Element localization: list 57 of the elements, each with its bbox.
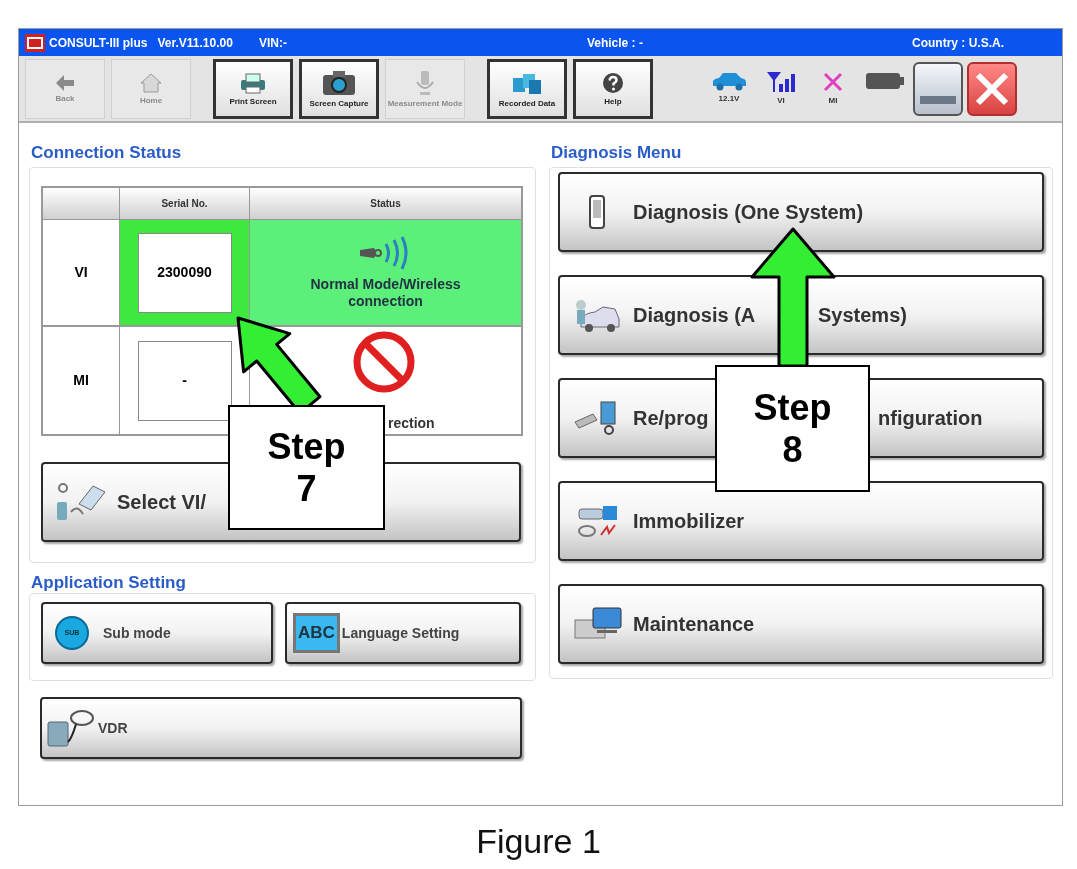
house-icon [140,72,162,93]
car-icon [711,70,747,91]
section-title: Application Setting [31,573,187,593]
serial-field: 2300090 [137,232,232,313]
button-label: Systems) [818,304,907,326]
app-logo-icon [25,33,45,52]
status-text: rection [388,415,435,432]
button-label: Immobilizer [633,510,745,532]
section-title: Diagnosis Menu [551,143,683,163]
abc-icon: ABC [293,613,340,653]
vehicle-label: Vehicle : - [586,34,643,52]
signal-icon [766,70,796,93]
printer-icon [239,71,267,94]
device-label: MI [73,371,89,390]
status-text: Normal Mode/Wireless connection [309,275,462,310]
status-label: VI [777,94,785,107]
toolbar-button[interactable]: Recorded Data [487,58,567,119]
button-label: Maintenance [633,613,755,635]
toolbar-button[interactable]: Help [573,58,653,119]
app-name: CONSULT-III plus [49,34,148,52]
help-icon [602,71,624,94]
section-title: Connection Status [31,143,183,163]
column-header: Serial No. [161,197,208,211]
minimize-button[interactable] [913,61,963,116]
column-header: Status [370,197,401,211]
button-label: nfiguration [878,407,983,429]
serial-field: - [137,340,232,421]
status-label: 12.1V [718,92,740,105]
diagnosis-button[interactable]: Diagnosis (A Systems) [558,275,1044,355]
camera-icon [322,69,356,96]
phone-device-icon [587,195,606,229]
minimize-icon [920,95,956,104]
vin-label: VIN:- [258,34,287,52]
diagnosis-button[interactable]: Immobilizer [558,481,1044,561]
battery-icon [865,70,905,91]
vdr-button[interactable]: VDR [40,697,522,759]
back-arrow-icon [56,74,74,91]
toolbar-button[interactable]: Print Screen [213,58,293,119]
button-label: Diagnosis (One System) [633,201,864,223]
diagnosis-button[interactable]: Maintenance [558,584,1044,664]
status-label: MI [828,94,838,107]
cross-icon [822,70,844,93]
diagnosis-button[interactable]: Diagnosis (One System) [558,172,1044,252]
setting-button[interactable]: ABC Language Setting [285,602,521,664]
app-version: Ver.V11.10.00 [157,34,233,52]
microphone-icon [415,69,435,96]
toolbar-button[interactable]: Screen Capture [299,58,379,119]
recorder-cable-icon [46,708,96,748]
close-icon [975,71,1009,106]
button-label: Diagnosis (A [633,304,756,326]
country-label: Country : U.S.A. [912,34,1004,52]
button-label: Re/prog [633,407,709,429]
close-button[interactable] [967,61,1017,116]
callout-text: Step 7 [267,425,346,510]
figure-caption: Figure 1 [476,821,601,862]
no-entry-icon [352,330,416,394]
device-label: VI [74,263,88,282]
